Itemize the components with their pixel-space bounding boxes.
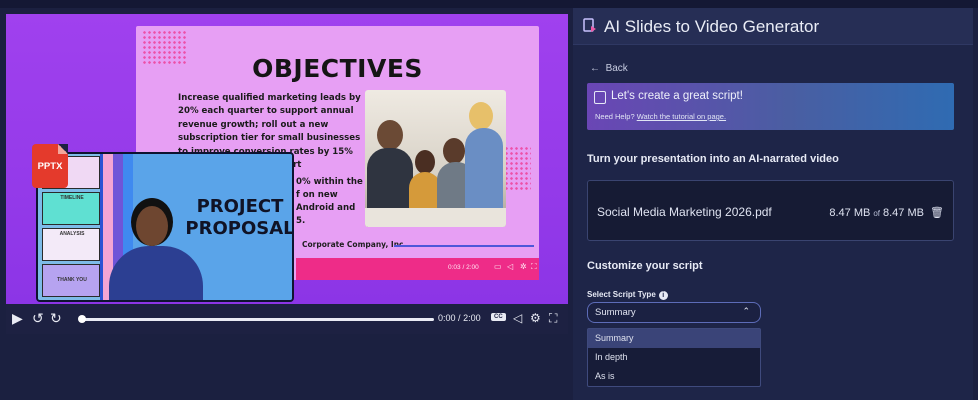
panel-header: AI Slides to Video Generator [573,8,973,45]
panel-title: AI Slides to Video Generator [604,17,820,36]
size-of: of [873,209,880,218]
slide-footer-line [394,245,534,247]
section-title-video: Turn your presentation into an AI-narrat… [587,153,839,165]
proposal-cover-slide: PROJECT PROPOSAL [103,154,294,300]
time-display: 0:00 / 2:00 [438,313,481,323]
embedded-fullscreen-icon: ⛶ [531,262,537,271]
progress-knob[interactable] [78,315,86,323]
section-title-customize: Customize your script [587,260,703,272]
script-type-label: Select Script Type i [587,290,668,300]
option-in-depth[interactable]: In depth [588,348,760,367]
selected-value: Summary [595,307,636,318]
thumbnail-label: ANALYSIS [59,231,85,237]
team-photo [365,90,506,227]
slide-body-partial: Android and [296,203,356,213]
thumbnail-label: THANK YOU [57,277,87,283]
info-icon[interactable]: i [658,291,668,300]
slide-footer-company: Corporate Company, Inc. [302,240,407,249]
back-link[interactable]: ← Back [590,63,628,74]
banner-heading: Let's create a great script! [611,90,743,102]
help-prefix: Need Help? [595,112,635,121]
proposal-title-line: PROPOSAL [185,218,294,239]
player-controls: ▶ ↺ ↻ 0:00 / 2:00 CC ◁ ⚙ ⛶ [6,304,568,334]
play-icon[interactable]: ▶ [12,311,23,325]
presenter-face [136,206,168,246]
thumbnail-label: TIMELINE [60,195,84,201]
embedded-cc-icon: ▭ [494,262,502,271]
person-head [443,138,465,164]
time-separator: / [458,313,461,323]
forward-icon[interactable]: ↻ [50,311,62,325]
script-icon [594,91,606,104]
person-head [415,150,435,174]
rewind-icon[interactable]: ↺ [32,311,44,325]
script-type-dropdown: Summary In depth As is [587,328,761,387]
embedded-volume-icon: ◁ [507,262,514,271]
pptx-label: PPTX [37,161,63,172]
uploaded-size: 8.47 MB [829,207,871,219]
table-surface [365,208,506,227]
trash-icon[interactable]: 🗑 [930,207,944,219]
back-label: Back [605,63,628,74]
slide-thumbnail[interactable]: TIMELINE [42,192,100,225]
person-head [469,102,493,130]
total-size: 8.47 MB [883,207,924,219]
slide-body-partial: f on new [296,190,338,200]
uploaded-file-card: Social Media Marketing 2026.pdf 8.47 MB o… [587,180,954,241]
file-name: Social Media Marketing 2026.pdf [597,205,772,219]
person-head [377,120,403,150]
slide-body-partial: 5. [296,216,306,226]
chevron-up-icon: ⌃ [742,306,750,316]
slide-body-partial: 0% within the [296,177,363,187]
embedded-time: 0:03 / 2:00 [448,264,479,271]
pptx-file-icon: PPTX [32,144,68,188]
proposal-title: PROJECT PROPOSAL [185,196,294,240]
generator-panel: AI Slides to Video Generator ← Back Let'… [573,8,973,400]
fullscreen-icon[interactable]: ⛶ [549,311,557,325]
file-fold-decoration [58,144,68,154]
video-player: OBJECTIVES Increase qualified marketing … [6,14,568,334]
top-strip [0,0,978,8]
total-time: 2:00 [463,313,481,323]
slides-video-logo-icon [583,18,596,32]
embedded-player-controls: 0:03 / 2:00 ▭ ◁ ✲ ⛶ [296,262,539,276]
file-size: 8.47 MB of 8.47 MB 🗑 [829,206,944,219]
presenter-body [109,246,203,300]
help-line: Need Help? Watch the tutorial on page. [595,112,726,121]
settings-icon[interactable]: ⚙ [530,311,541,325]
script-type-select[interactable]: Summary ⌃ [587,302,761,323]
current-time: 0:00 [438,313,456,323]
proposal-title-line: PROJECT [196,196,284,217]
slide-title: OBJECTIVES [252,54,423,83]
option-as-is[interactable]: As is [588,367,760,386]
project-proposal-card: TIMELINE ANALYSIS THANK YOU PROJECT PROP… [36,152,294,302]
slide-thumbnail[interactable]: THANK YOU [42,264,100,297]
captions-button[interactable]: CC [491,313,506,321]
script-intro-banner: Let's create a great script! Need Help? … [587,83,954,130]
arrow-left-icon: ← [590,63,606,74]
embedded-settings-icon: ✲ [520,262,527,271]
script-type-label-text: Select Script Type [587,290,656,299]
video-stage[interactable]: OBJECTIVES Increase qualified marketing … [6,14,568,304]
progress-bar[interactable] [82,318,434,321]
option-summary[interactable]: Summary [588,329,760,348]
tutorial-link[interactable]: Watch the tutorial on page. [637,112,726,121]
volume-icon[interactable]: ◁ [513,311,522,325]
slide-thumbnail[interactable]: ANALYSIS [42,228,100,261]
